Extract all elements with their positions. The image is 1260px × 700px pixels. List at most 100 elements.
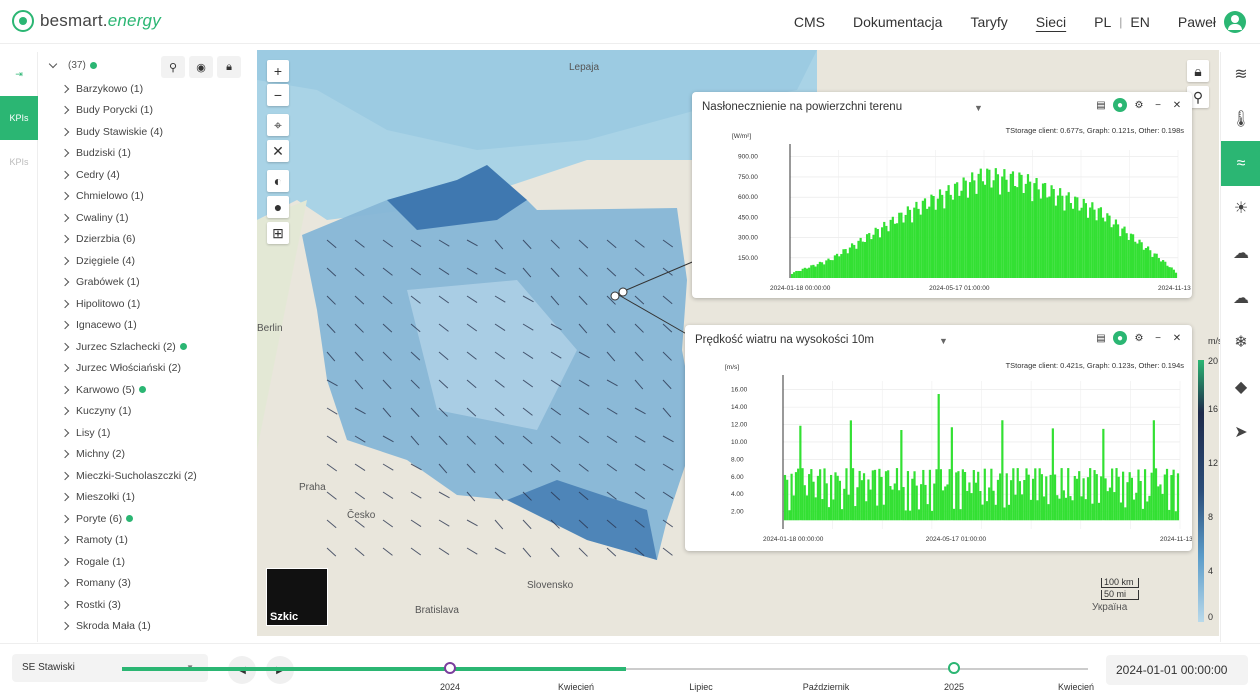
tree-item[interactable]: Rogale (1)	[60, 551, 255, 573]
locate-icon[interactable]: ⌖	[267, 114, 289, 136]
chevron-right-icon[interactable]	[60, 192, 70, 201]
map-lock-icon[interactable]: 🔒︎	[1187, 60, 1209, 82]
tree-item[interactable]: Poryte (6)	[60, 508, 255, 530]
chevron-right-icon[interactable]	[60, 622, 70, 631]
chevron-right-icon[interactable]	[60, 471, 70, 480]
search-icon[interactable]: ⚲	[161, 56, 185, 78]
tree-item[interactable]: Mieczki-Sucholaszczki (2)	[60, 465, 255, 487]
nav-dokumentacja[interactable]: Dokumentacja	[853, 14, 943, 30]
chevron-right-icon[interactable]	[60, 127, 70, 136]
close-icon[interactable]: ✕	[267, 140, 289, 162]
zoom-in-button[interactable]: +	[267, 60, 289, 82]
tree-list: Barzykowo (1) Budy Porycki (1) Budy Stawis…	[40, 78, 255, 637]
tree-item[interactable]: Cedry (4)	[60, 164, 255, 186]
chevron-down-icon[interactable]	[48, 59, 58, 68]
chevron-right-icon[interactable]	[60, 385, 70, 394]
eye-icon[interactable]: ◉	[189, 56, 213, 78]
chevron-right-icon[interactable]	[60, 235, 70, 244]
chevron-right-icon[interactable]	[60, 600, 70, 609]
lang-en[interactable]: EN	[1130, 14, 1149, 30]
y-tick-label: 8.00	[731, 456, 744, 463]
tree-item[interactable]: Budy Stawiskie (4)	[60, 121, 255, 143]
tree-item[interactable]: Michny (2)	[60, 444, 255, 466]
tree-item[interactable]: Ignacewo (1)	[60, 315, 255, 337]
tree-item[interactable]: Romany (3)	[60, 573, 255, 595]
tree-item[interactable]: Cwaliny (1)	[60, 207, 255, 229]
user-avatar-icon[interactable]	[1224, 11, 1246, 33]
tree-item[interactable]: Kuczyny (1)	[60, 401, 255, 423]
rail-kpis[interactable]: KPIs	[0, 140, 38, 184]
range-end-handle[interactable]	[948, 662, 960, 674]
tree-item[interactable]: Mieszołki (1)	[60, 487, 255, 509]
chevron-right-icon[interactable]	[60, 213, 70, 222]
tree-item[interactable]: Dzięgiele (4)	[60, 250, 255, 272]
chevron-right-icon[interactable]	[60, 342, 70, 351]
snowflake-icon[interactable]: ❄	[1221, 320, 1260, 365]
layers-icon[interactable]: ≋	[1221, 52, 1260, 97]
chevron-right-icon[interactable]	[60, 106, 70, 115]
cloud-rain-icon[interactable]: ☁	[1221, 231, 1260, 276]
chevron-right-icon[interactable]	[60, 514, 70, 523]
tree-item[interactable]: Jurzec Włościański (2)	[60, 358, 255, 380]
y-tick-label: 10.00	[731, 439, 748, 446]
y-axis-label: [m/s]	[725, 364, 739, 371]
chevron-right-icon[interactable]	[60, 364, 70, 373]
tree-item[interactable]: Budy Porycki (1)	[60, 100, 255, 122]
logo[interactable]: besmart.energy	[12, 10, 161, 32]
cloud-snow-icon[interactable]: ☁	[1221, 275, 1260, 320]
thermometer-icon[interactable]: 🌡︎	[1221, 97, 1260, 142]
chevron-right-icon[interactable]	[60, 321, 70, 330]
nav-sieci[interactable]: Sieci	[1036, 14, 1066, 30]
tree-item-label: Dzięgiele (4)	[76, 254, 135, 267]
sketch-minimap[interactable]: Szkic	[266, 568, 328, 626]
ruler-icon[interactable]: ⊞	[267, 222, 289, 244]
chevron-right-icon[interactable]	[60, 450, 70, 459]
chevron-right-icon[interactable]	[60, 278, 70, 287]
tree-item[interactable]: Chmielowo (1)	[60, 186, 255, 208]
chart-panel-wind[interactable]: Prędkość wiatru na wysokości 10m ▼ ▤ ● ⚙…	[685, 325, 1192, 551]
layer-toggle-icon[interactable]: ◐	[267, 170, 289, 192]
scale-km: 100 km	[1101, 578, 1139, 588]
zoom-out-button[interactable]: −	[267, 84, 289, 106]
chevron-right-icon[interactable]	[60, 170, 70, 179]
rail-import-icon[interactable]: ⇥	[0, 52, 38, 96]
rail-kpis-active[interactable]: KPIs	[0, 96, 38, 140]
chevron-right-icon[interactable]	[60, 407, 70, 416]
chart-panel-irradiance[interactable]: Nasłonecznienie na powierzchni terenu ▼ …	[692, 92, 1192, 298]
chevron-right-icon[interactable]	[60, 84, 70, 93]
chevron-right-icon[interactable]	[60, 299, 70, 308]
y-tick-label: 12.00	[731, 422, 748, 429]
tree-item[interactable]: Grabówek (1)	[60, 272, 255, 294]
tree-item[interactable]: Lisy (1)	[60, 422, 255, 444]
tree-item[interactable]: Rostki (3)	[60, 594, 255, 616]
wind-arrow	[522, 519, 532, 530]
chevron-right-icon[interactable]	[60, 149, 70, 158]
tree-item[interactable]: Barzykowo (1)	[60, 78, 255, 100]
chevron-right-icon[interactable]	[60, 493, 70, 502]
wind-icon[interactable]: ≈	[1221, 141, 1260, 187]
point-icon[interactable]: ●	[267, 196, 289, 218]
tree-item[interactable]: Skroda Mała (1)	[60, 616, 255, 638]
tree-item[interactable]: Budziski (1)	[60, 143, 255, 165]
user-name[interactable]: Paweł	[1178, 14, 1216, 30]
tree-item[interactable]: Ramoty (1)	[60, 530, 255, 552]
chevron-right-icon[interactable]	[60, 557, 70, 566]
chevron-right-icon[interactable]	[60, 256, 70, 265]
arrow-icon[interactable]: ➤	[1221, 410, 1260, 455]
lang-pl[interactable]: PL	[1094, 14, 1111, 30]
chevron-right-icon[interactable]	[60, 536, 70, 545]
range-start-handle[interactable]	[444, 662, 456, 674]
city-label: Bratislava	[415, 605, 459, 616]
sun-icon[interactable]: ☀	[1221, 186, 1260, 231]
chevron-right-icon[interactable]	[60, 579, 70, 588]
nav-taryfy[interactable]: Taryfy	[970, 14, 1007, 30]
tree-item[interactable]: Karwowo (5)	[60, 379, 255, 401]
tree-item[interactable]: Dzierzbia (6)	[60, 229, 255, 251]
tree-item[interactable]: Jurzec Szlachecki (2)	[60, 336, 255, 358]
compass-icon[interactable]: ◆	[1221, 365, 1260, 410]
current-date-display[interactable]: 2024-01-01 00:00:00	[1106, 655, 1248, 685]
tree-item[interactable]: Hipolitowo (1)	[60, 293, 255, 315]
nav-cms[interactable]: CMS	[794, 14, 825, 30]
lock-icon[interactable]: 🔒︎	[217, 56, 241, 78]
chevron-right-icon[interactable]	[60, 428, 70, 437]
